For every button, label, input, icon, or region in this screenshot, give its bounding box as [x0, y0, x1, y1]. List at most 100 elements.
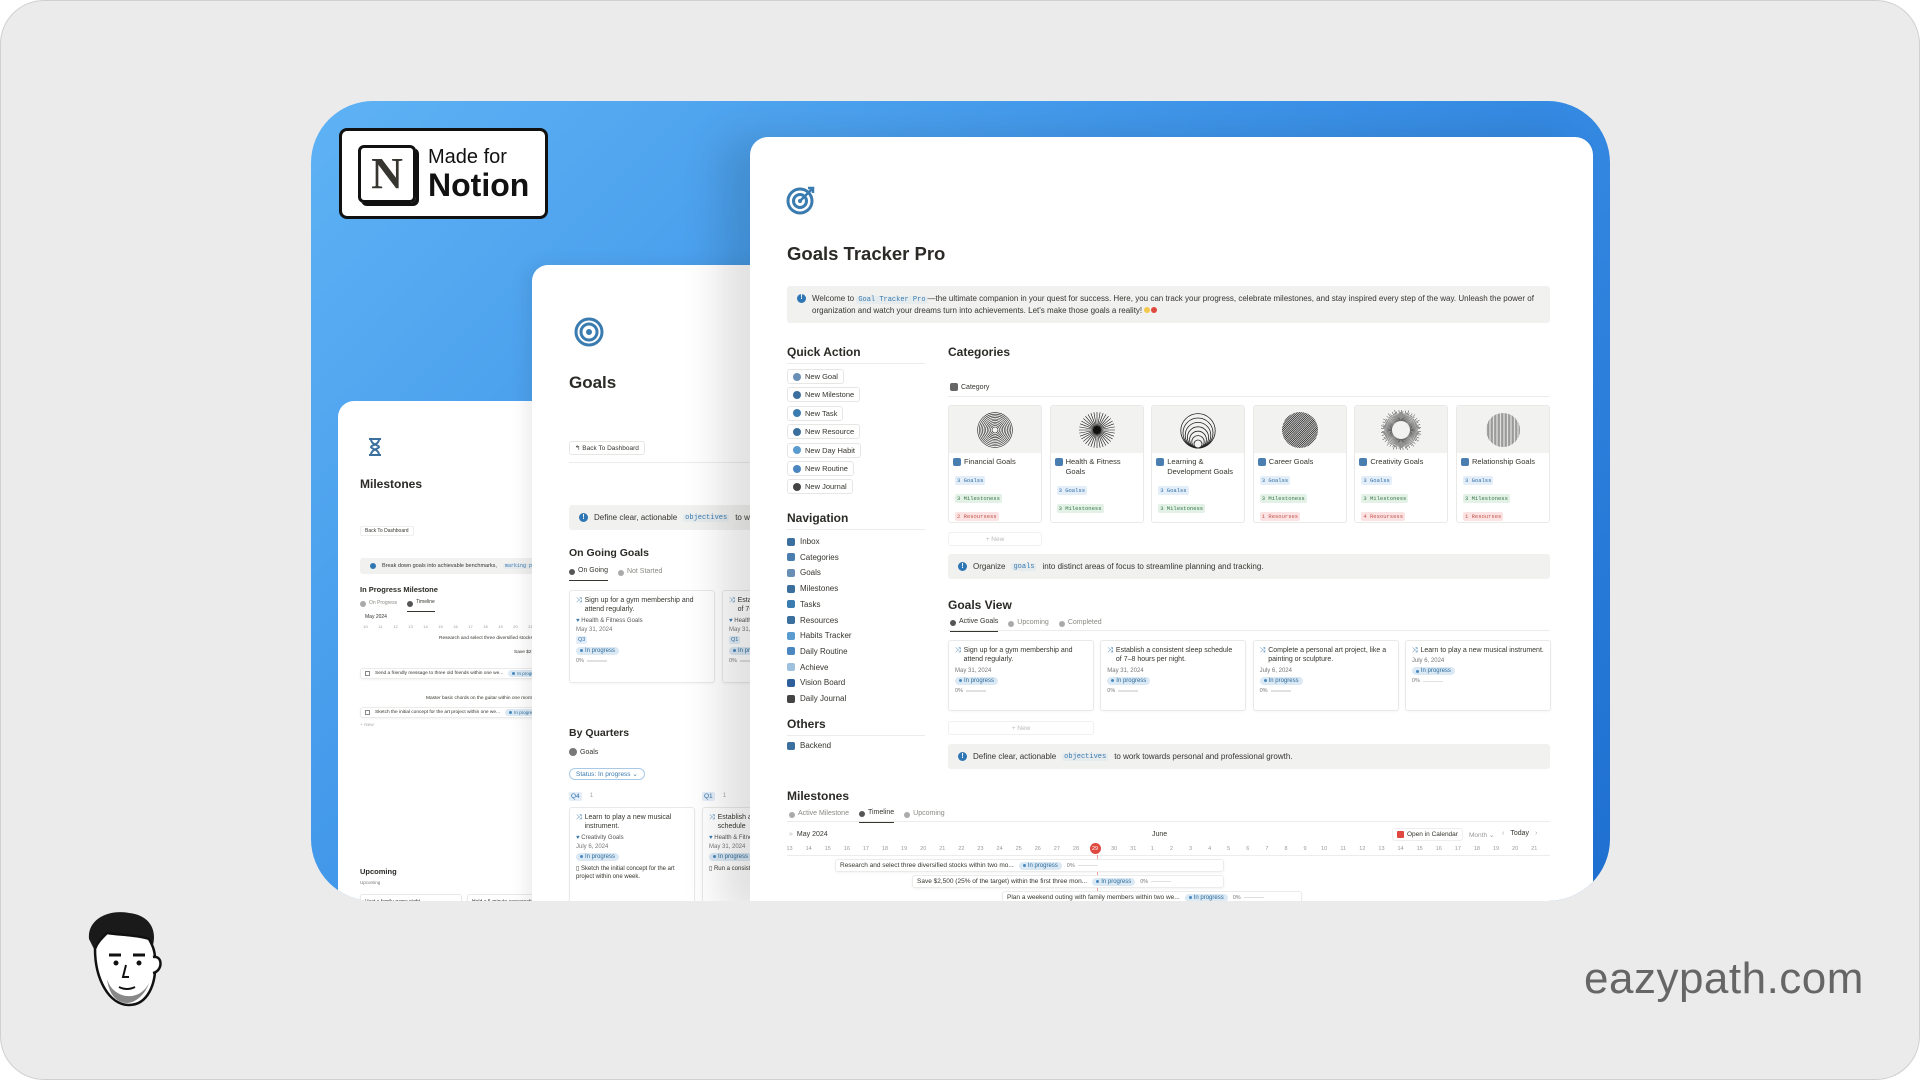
new-goal-button[interactable]: + New — [948, 721, 1094, 735]
timeline-title: Research and select three diversified st… — [840, 862, 1014, 869]
nav-item-categories[interactable]: Categories — [787, 553, 839, 562]
tab-on-progress[interactable]: On Progress — [360, 599, 397, 612]
tab-label: Completed — [1067, 618, 1102, 626]
notion-logo-icon: N — [358, 144, 416, 203]
category-card[interactable]: Financial Goals 3 Goalss 3 Milestoness 2 Re… — [948, 405, 1042, 523]
category-resources-count[interactable]: 2 Resoursess — [955, 511, 999, 521]
nav-item-tasks[interactable]: Tasks — [787, 600, 820, 609]
goal-title: Learn to play a new musical instrument. — [1420, 647, 1544, 654]
category-name: Relationship Goals — [1457, 453, 1549, 469]
quick-action-new-milestone[interactable]: New Milestone — [787, 387, 861, 403]
task-label: Sketch the initial concept for the art p… — [576, 865, 675, 880]
callout-code: objectives — [1062, 752, 1109, 761]
timeline-row[interactable]: Save $2,500 (25% of the target) within t… — [912, 875, 1224, 888]
goal-card[interactable]: ⤨ Learn to play a new musical instrument.… — [1404, 640, 1551, 711]
timeline-day: 12 — [1359, 845, 1366, 852]
category-goals-count[interactable]: 3 Goalss — [1056, 485, 1087, 495]
quick-action-new-day-habit[interactable]: New Day Habit — [787, 442, 862, 458]
timeline-day: 14 — [1397, 845, 1404, 852]
goal-card[interactable]: ⤨ Sign up for a gym membership and attend… — [569, 590, 715, 683]
nav-item-milestones[interactable]: Milestones — [787, 584, 838, 593]
category-milestones-count[interactable]: 3 Milestoness — [1463, 493, 1510, 503]
back-to-dashboard-button[interactable]: Back To Dashboard — [360, 526, 414, 536]
nav-item-resources[interactable]: Resources — [787, 616, 838, 625]
new-milestone-button[interactable]: + New — [360, 723, 374, 728]
open-in-calendar-button[interactable]: Open in Calendar — [1392, 828, 1463, 841]
category-resources-count[interactable]: 1 Resourses — [1463, 511, 1504, 521]
category-goals-count[interactable]: 3 Goalss — [955, 475, 986, 485]
category-cover — [1152, 406, 1245, 453]
quick-action-new-resource[interactable]: New Resource — [787, 424, 861, 440]
crossed-arrows-icon: ⤨ — [576, 814, 582, 821]
nav-item-daily-journal[interactable]: Daily Journal — [787, 694, 846, 703]
nav-item-goals[interactable]: Goals — [787, 568, 821, 577]
category-resources-count[interactable]: 2 Resoursess — [1158, 521, 1202, 522]
nav-item-label: Vision Board — [800, 678, 846, 688]
status-badge: In progress — [576, 852, 620, 861]
view-mode-select[interactable]: Month ⌄ — [1469, 831, 1494, 839]
next-icon[interactable]: › — [1535, 830, 1537, 837]
crossed-arrows-icon: ⤨ — [1107, 647, 1113, 654]
category-resources-count[interactable]: 4 Resoursess — [1361, 511, 1405, 521]
timeline-row[interactable]: Plan a weekend outing with family member… — [1002, 891, 1302, 901]
goal-card[interactable]: ⤨ Sign up for a gym membership and attend… — [948, 640, 1094, 711]
new-category-button[interactable]: + New — [948, 532, 1042, 546]
category-goals-count[interactable]: 3 Goalss — [1158, 485, 1189, 495]
nav-item-daily-routine[interactable]: Daily Routine — [787, 647, 848, 656]
goal-card[interactable]: ⤨Establish a consistent sleep schedule o… — [1100, 640, 1247, 711]
goal-title-row: ⤨ Sign up for a gym membership and attend… — [955, 646, 1087, 665]
goal-card[interactable]: ⤨ Complete a personal art project, like a… — [1252, 640, 1399, 711]
category-card[interactable]: Creativity Goals 3 Goalss 3 Milestoness 4 R… — [1354, 405, 1449, 523]
category-goals-count[interactable]: 3 Goalss — [1463, 475, 1494, 485]
upcoming-card[interactable]: Host a family game nightInboxCompleted0% — [360, 894, 462, 901]
tab-label: Timeline — [867, 809, 895, 816]
back-to-dashboard-button[interactable]: ↰ Back To Dashboard — [569, 441, 645, 455]
category-goals-count[interactable]: 3 Goalss — [1259, 475, 1291, 485]
categories-title: Categories — [948, 345, 1011, 359]
category-milestones-count[interactable]: 3 Milestoness — [1259, 493, 1307, 503]
tab-on-going[interactable]: On Going — [569, 567, 608, 581]
category-name: Creativity Goals — [1355, 453, 1447, 469]
quick-action-new-goal[interactable]: New Goal — [787, 369, 844, 384]
timeline-row[interactable]: Research and select three diversified st… — [835, 859, 1224, 872]
callout-text-end: into distinct areas of focus to streamli… — [1042, 562, 1264, 571]
goals-view-tab[interactable]: Goals — [569, 748, 598, 756]
nav-item-label: Inbox — [800, 537, 820, 546]
category-milestones-count[interactable]: 3 Milestoness — [955, 493, 1002, 503]
nav-item-inbox[interactable]: Inbox — [787, 537, 820, 546]
category-tab[interactable]: Category — [950, 383, 989, 391]
quick-action-new-task[interactable]: New Task — [787, 405, 844, 421]
category-label: Health & Fitness Goals — [581, 617, 643, 624]
nav-item-achieve[interactable]: Achieve — [787, 663, 828, 672]
category-milestones-count[interactable]: 3 Milestoness — [1361, 493, 1409, 503]
target-icon — [787, 568, 795, 577]
info-icon: ! — [958, 752, 967, 761]
nav-item-habits-tracker[interactable]: Habits Tracker — [787, 631, 852, 640]
tab-not-started[interactable]: Not Started — [617, 567, 662, 581]
quick-action-new-journal[interactable]: New Journal — [787, 479, 853, 495]
collapse-icon[interactable]: » — [789, 831, 793, 838]
tab-timeline[interactable]: Timeline — [407, 599, 435, 612]
category-goals-count[interactable]: 3 Goalss — [1361, 475, 1392, 485]
category-card[interactable]: Health & Fitness Goals 3 Goalss 3 Mileston… — [1049, 405, 1144, 523]
goal-title-row: ⤨ Complete a personal art project, like a… — [1260, 646, 1392, 665]
upcoming-tab[interactable]: Upcoming — [360, 880, 380, 885]
category-milestones-count[interactable]: 3 Milestoness — [1158, 503, 1206, 513]
goal-card[interactable]: ⤨ Learn to play a new musical instrument.… — [569, 807, 695, 901]
welcome-code: Goal Tracker Pro — [856, 296, 928, 304]
category-card[interactable]: Relationship Goals 3 Goalss 3 Milestoness 1… — [1456, 405, 1550, 523]
category-card[interactable]: Learning & Development Goals 3 Goalss 3 Mi… — [1151, 405, 1246, 523]
nav-item-backend[interactable]: Backend — [787, 741, 831, 750]
category-goals-row: 3 Goalss — [1152, 479, 1244, 497]
nav-item-vision-board[interactable]: Vision Board — [787, 678, 845, 687]
category-milestones-count[interactable]: 3 Milestoness — [1056, 503, 1104, 513]
status-filter[interactable]: Status: In progress ⌄ — [569, 768, 645, 780]
quick-action-label: New Journal — [805, 482, 847, 492]
prev-icon[interactable]: ‹ — [1502, 830, 1504, 837]
category-card[interactable]: Career Goals 3 Goalss 3 Milestoness 1 Resou… — [1252, 405, 1347, 523]
today-button[interactable]: Today — [1510, 830, 1529, 837]
category-resources-count[interactable]: 1 Resourses — [1259, 511, 1301, 521]
today-marker: 29 — [1089, 843, 1101, 854]
category-resources-count[interactable]: 2 Resoursess — [1056, 521, 1101, 522]
quick-action-new-routine[interactable]: New Routine — [787, 461, 854, 476]
